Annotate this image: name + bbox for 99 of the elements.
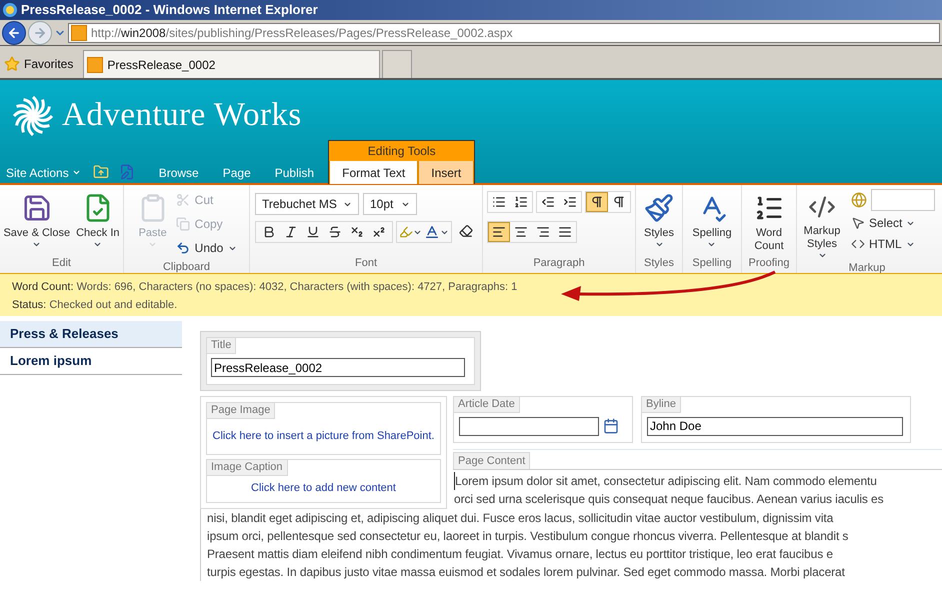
- font-color-icon: [424, 224, 440, 240]
- select-button[interactable]: Select: [851, 214, 935, 232]
- ribbon-tab[interactable]: Browse: [146, 161, 211, 184]
- caret-icon: [707, 240, 716, 249]
- field-label: Byline: [642, 396, 681, 412]
- word-count-button[interactable]: Word Count: [749, 189, 789, 253]
- cursor-icon: [851, 216, 865, 230]
- url-text: http://win2008/sites/publishing/PressReleases/Pages/PressRelease_0002.aspx: [91, 24, 513, 42]
- field-label: Page Image: [207, 402, 276, 418]
- code-icon: [851, 237, 865, 251]
- ribbon-tab[interactable]: Insert: [418, 161, 474, 184]
- window-title: PressRelease_0002 - Windows Internet Explorer: [21, 1, 318, 20]
- align-center-icon: [514, 225, 528, 239]
- site-actions-menu[interactable]: Site Actions: [6, 161, 81, 184]
- calendar-icon: [603, 418, 619, 434]
- save-icon: [22, 193, 52, 223]
- ribbon-group-label: Font: [354, 256, 378, 270]
- bold-icon: [262, 225, 276, 239]
- forward-arrow-icon: [33, 26, 47, 40]
- styles-button[interactable]: Styles: [642, 189, 676, 249]
- numbered-list-icon: [514, 195, 528, 209]
- add-content-link[interactable]: Click here to add new content: [251, 480, 396, 497]
- site-favicon: [71, 24, 87, 40]
- language-field[interactable]: [871, 189, 935, 211]
- caret-icon: [654, 240, 664, 249]
- superscript-icon: [372, 225, 386, 239]
- field-label: Article Date: [454, 396, 520, 412]
- undo-icon: [176, 241, 190, 255]
- title-field[interactable]: PressRelease_0002: [211, 358, 465, 377]
- contextual-group-label: Editing Tools: [329, 141, 474, 161]
- field-label: Image Caption: [207, 460, 288, 476]
- field-label: Title: [207, 338, 236, 354]
- markup-styles-button[interactable]: Markup Styles: [799, 189, 845, 260]
- caret-icon: [72, 168, 81, 177]
- ribbon-tab[interactable]: Publish: [262, 161, 326, 184]
- align-justify-icon: [558, 225, 572, 239]
- word-count-text: Word Count: Words: 696, Characters (no spaces): 4032, Characters (with spaces): 4727, Paragraphs: 1: [12, 280, 518, 295]
- ribbon-group-label: Clipboard: [162, 260, 212, 275]
- scissors-icon: [176, 193, 190, 207]
- bulleted-list-icon: [492, 195, 506, 209]
- strikethrough-icon: [328, 225, 342, 239]
- spelling-button[interactable]: Spelling: [690, 189, 734, 249]
- caret-icon: [818, 251, 826, 260]
- article-date-field[interactable]: [459, 416, 599, 436]
- caret-icon: [93, 240, 102, 249]
- ribbon-group-label: Proofing: [748, 256, 790, 270]
- ribbon-group-label: Markup: [848, 261, 886, 276]
- copy-icon: [176, 217, 190, 231]
- back-button[interactable]: [2, 20, 26, 44]
- site-favicon: [87, 56, 104, 72]
- content-text-line: Lorem ipsum dolor sit amet, consectetur adipiscing elit. Nam commodo elementu: [454, 472, 942, 490]
- content-text-line: turpis egestas. In dapibus justo vitae massa euismod et sodales lorem pulvinar. Sed eget commodo massa. Morbi placerat: [207, 564, 846, 580]
- ribbon-group-label: Edit: [51, 256, 72, 270]
- favorites-button[interactable]: Favorites: [4, 50, 74, 78]
- align-right-icon: [536, 225, 550, 239]
- edit-page-icon: [118, 164, 135, 180]
- html-button[interactable]: HTML: [851, 235, 935, 253]
- folder-up-icon: [92, 164, 109, 180]
- check-in-button[interactable]: Check In: [74, 189, 122, 249]
- content-text-line: Praesent mattis diam eleifend nibh condimentum feugiat. Vivamus ornare, lectus eu porttitor tristique, leo erat faucibus e: [207, 546, 834, 562]
- insert-picture-link[interactable]: Click here to insert a picture from SharePoint.: [212, 428, 434, 444]
- content-text-line: orci sed urna scelerisque quis consequat neque faucibus. Aenean varius iaculis es: [454, 491, 885, 508]
- ribbon-tab[interactable]: Format Text: [329, 161, 418, 184]
- address-field[interactable]: http://win2008/sites/publishing/PressReleases/Pages/PressRelease_0002.aspx: [68, 22, 940, 42]
- outdent-icon: [541, 195, 555, 209]
- undo-button[interactable]: Undo: [176, 237, 238, 259]
- left-to-right-button[interactable]: [586, 192, 608, 212]
- highlighter-icon: [399, 225, 413, 239]
- swirl-logo-icon: [12, 95, 54, 137]
- site-name: Adventure Works: [62, 96, 302, 136]
- eraser-icon: [459, 224, 473, 238]
- font-name-dropdown[interactable]: Trebuchet MS: [255, 193, 359, 215]
- ribbon-tab[interactable]: Page: [210, 161, 263, 184]
- underline-icon: [306, 225, 320, 239]
- field-label: Page Content: [453, 452, 530, 469]
- content-text-line: ipsum orci, pellentesque sed consectetur eu, laoreet in turpis. Vestibulum congue rhoncus viverra. Pellentesque at blandit s: [207, 528, 850, 544]
- browser-tab[interactable]: PressRelease_0002: [83, 50, 380, 78]
- save-close-button[interactable]: Save & Close: [1, 189, 72, 249]
- paintbrush-icon: [644, 193, 674, 223]
- pilcrow-icon: [590, 195, 604, 209]
- caret-icon: [32, 240, 42, 249]
- browser-logo-icon: [3, 3, 17, 17]
- align-left-icon: [492, 225, 506, 239]
- italic-icon: [284, 225, 298, 239]
- star-icon: [4, 56, 20, 72]
- indent-icon: [563, 195, 577, 209]
- ribbon-group-label: Styles: [643, 256, 675, 270]
- content-text-line: nisi, blandit eget adipiscing et, adipiscing aliquet dui. Fusce eros lacus, sollicitudin vitae auctor vestibulum, dignissim vita: [207, 510, 834, 526]
- subscript-icon: [350, 225, 364, 239]
- align-left-button[interactable]: [488, 222, 510, 242]
- ribbon-group-label: Paragraph: [532, 256, 586, 270]
- font-size-dropdown[interactable]: 10pt: [363, 193, 417, 215]
- pilcrow-icon: [612, 195, 626, 209]
- byline-field[interactable]: John Doe: [647, 416, 903, 436]
- status-text: Status: Checked out and editable.: [12, 298, 178, 312]
- caret-icon: [148, 240, 158, 249]
- nav-link[interactable]: Press & Releases: [0, 321, 182, 348]
- ribbon-group-label: Spelling: [691, 256, 733, 270]
- globe-icon: [851, 192, 867, 208]
